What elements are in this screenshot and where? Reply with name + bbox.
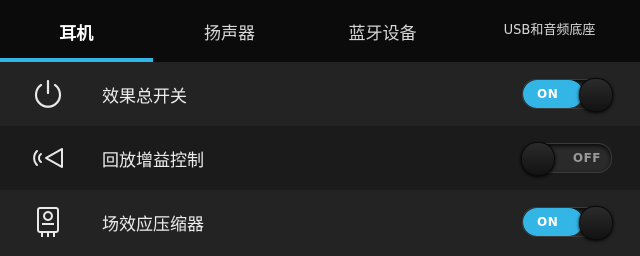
toggle-state-text: ON xyxy=(537,87,559,101)
tab-bluetooth[interactable]: 蓝牙设备 xyxy=(306,0,459,62)
toggle-knob xyxy=(579,206,613,240)
tab-speaker-label: 扬声器 xyxy=(204,23,255,44)
tab-headphones[interactable]: 耳机 xyxy=(0,0,153,62)
toggle-state-text: OFF xyxy=(572,151,601,165)
master-switch-toggle[interactable]: ON xyxy=(522,78,613,112)
tab-speaker[interactable]: 扬声器 xyxy=(153,0,306,62)
tab-bluetooth-label: 蓝牙设备 xyxy=(348,23,417,44)
toggle-knob xyxy=(521,142,555,176)
tab-usb-dock[interactable]: USB和音频底座 xyxy=(459,0,640,62)
tab-bar: 耳机 扬声器 蓝牙设备 USB和音频底座 xyxy=(0,0,640,62)
speaker-gain-icon xyxy=(24,134,72,182)
setting-row-compressor[interactable]: 场效应压缩器 ON xyxy=(0,190,640,254)
power-icon xyxy=(24,70,72,118)
tab-usb-dock-label: USB和音频底座 xyxy=(503,23,596,38)
setting-row-master-switch[interactable]: 效果总开关 ON xyxy=(0,62,640,126)
playback-gain-toggle[interactable]: OFF xyxy=(521,142,612,176)
toggle-state-text: ON xyxy=(537,215,559,229)
compressor-chip-icon xyxy=(24,198,72,246)
setting-row-playback-gain[interactable]: 回放增益控制 OFF xyxy=(0,126,640,190)
compressor-toggle[interactable]: ON xyxy=(522,206,613,240)
tab-headphones-label: 耳机 xyxy=(59,23,94,44)
toggle-knob xyxy=(579,78,613,112)
